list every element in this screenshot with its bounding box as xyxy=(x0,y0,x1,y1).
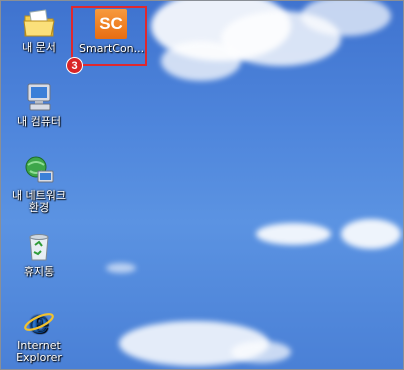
internet-explorer-icon: e xyxy=(22,305,56,340)
cloud xyxy=(231,341,291,363)
desktop-icon-label: 내 컴퓨터 xyxy=(17,115,61,128)
desktop-icon-recycle-bin[interactable]: 휴지통 xyxy=(7,231,71,278)
my-documents-icon xyxy=(22,7,56,39)
desktop-icon-my-documents[interactable]: 내 문서 xyxy=(7,7,71,54)
desktop-icon-internet-explorer[interactable]: e Internet Explorer xyxy=(7,305,71,364)
cloud xyxy=(301,1,391,36)
desktop-icon-label: 내 문서 xyxy=(22,41,56,54)
desktop: 내 문서 SC SmartCon... 3 내 컴퓨터 내 네트워크 환경 휴지… xyxy=(0,0,404,370)
desktop-icon-network-places[interactable]: 내 네트워크 환경 xyxy=(7,155,71,214)
desktop-icon-label: 내 네트워크 환경 xyxy=(11,189,67,214)
cloud xyxy=(106,263,136,273)
highlight-box xyxy=(71,6,147,66)
cloud xyxy=(161,41,241,81)
callout-number-badge: 3 xyxy=(66,57,83,74)
cloud xyxy=(341,219,401,249)
desktop-icon-label: Internet Explorer xyxy=(16,339,62,364)
recycle-bin-icon xyxy=(22,231,56,263)
my-computer-icon xyxy=(22,81,56,113)
desktop-icon-my-computer[interactable]: 내 컴퓨터 xyxy=(7,81,71,128)
network-places-icon xyxy=(22,155,56,187)
cloud xyxy=(256,223,331,245)
desktop-icon-label: 휴지통 xyxy=(23,265,55,278)
